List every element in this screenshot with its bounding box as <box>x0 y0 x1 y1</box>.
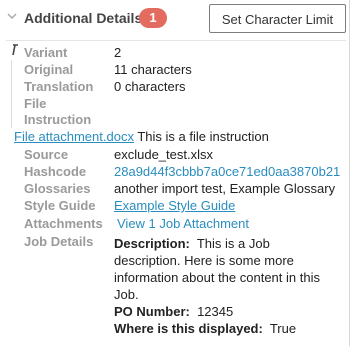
panel-header: Additional Details 1 Set Character Limit <box>0 0 349 38</box>
style-guide-label: Style Guide <box>24 198 96 213</box>
additional-details-panel: Additional Details 1 Set Character Limit… <box>0 0 350 346</box>
description-line-2: description. Here is some more <box>114 253 294 268</box>
variant-value: 2 <box>114 45 122 60</box>
panel-title[interactable]: Additional Details <box>24 10 142 26</box>
file-instruction-label-line1: File <box>24 96 47 111</box>
divider <box>6 40 346 41</box>
job-details-label: Job Details <box>24 234 94 249</box>
source-label: Source <box>24 147 69 162</box>
file-attachment-link[interactable]: File attachment.docx <box>14 129 134 144</box>
variant-label: Variant <box>24 45 68 60</box>
description-line-1: Description: This is a Job <box>114 235 334 252</box>
set-character-limit-button[interactable]: Set Character Limit <box>209 4 346 33</box>
job-details-value: Description: This is a Job description. … <box>114 235 334 337</box>
where-displayed-label: Where is this displayed: <box>114 321 263 336</box>
file-instruction-label-line2: Instruction <box>24 112 92 127</box>
view-job-attachment-link[interactable]: View 1 Job Attachment <box>117 216 249 231</box>
glossaries-value: another import test, Example Glossary <box>114 181 336 196</box>
file-instruction-text: This is a file instruction <box>137 129 269 144</box>
original-value: 11 characters <box>114 62 192 77</box>
hashcode-link[interactable]: 28a9d44f3cbbb7a0ce71ed0aa3870b21 <box>114 164 340 179</box>
count-badge: 1 <box>139 8 167 28</box>
translation-value: 0 characters <box>114 79 186 94</box>
file-instruction-row: File attachment.docx This is a file inst… <box>14 129 269 144</box>
source-value: exclude_test.xlsx <box>114 147 213 162</box>
pin-icon[interactable] <box>10 44 20 59</box>
description-line-4: Job. <box>114 287 139 302</box>
translation-label: Translation <box>24 79 94 94</box>
original-label: Original <box>24 62 74 77</box>
po-number-value: 12345 <box>197 304 234 319</box>
chevron-down-icon[interactable] <box>7 11 19 25</box>
description-line-3: information about the content in this <box>114 270 320 285</box>
hashcode-label: Hashcode <box>24 164 87 179</box>
glossaries-label: Glossaries <box>24 181 91 196</box>
po-number-label: PO Number: <box>114 304 190 319</box>
description-label: Description: <box>114 236 190 251</box>
description-text-1: This is a Job <box>196 236 270 251</box>
style-guide-link[interactable]: Example Style Guide <box>114 198 235 213</box>
tree-line <box>11 60 12 128</box>
where-displayed-line: Where is this displayed: True <box>114 320 334 337</box>
where-displayed-value: True <box>269 321 297 336</box>
po-number-line: PO Number: 12345 <box>114 303 334 320</box>
attachments-label: Attachments <box>24 216 103 231</box>
